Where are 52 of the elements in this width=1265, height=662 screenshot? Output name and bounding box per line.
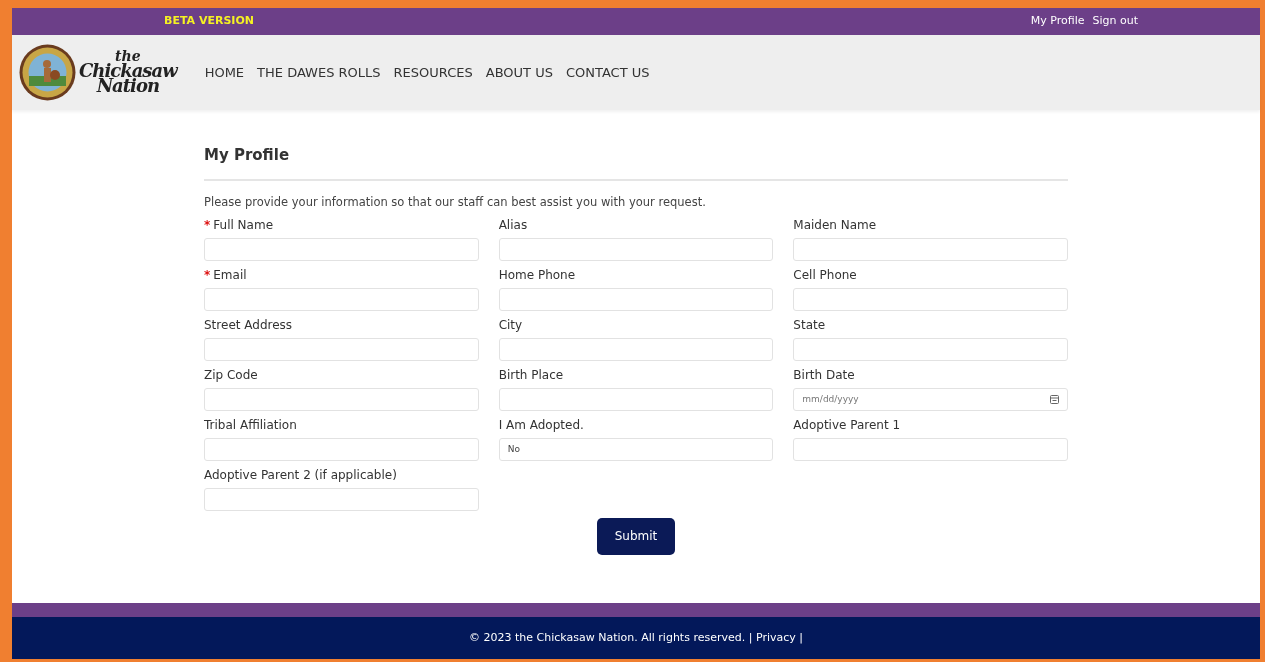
field-label: State	[793, 316, 826, 334]
input-field[interactable]	[204, 337, 479, 361]
field-label: City	[498, 316, 523, 334]
field-label: Alias	[498, 216, 528, 234]
input-field[interactable]	[498, 287, 774, 311]
page-title: My Profile	[204, 145, 291, 166]
input-field[interactable]	[204, 487, 479, 511]
input-field[interactable]	[793, 437, 1068, 461]
input-field[interactable]	[204, 437, 479, 461]
seal-icon	[19, 44, 76, 101]
required-mark: *	[204, 266, 211, 284]
input-field[interactable]	[204, 387, 479, 411]
field-label: Home Phone	[498, 266, 576, 284]
select-value: No	[507, 442, 520, 456]
input-field[interactable]	[204, 237, 479, 261]
beta-label: BETA VERSION	[164, 13, 254, 30]
field-label: Zip Code	[204, 366, 258, 384]
input-field[interactable]	[204, 287, 479, 311]
privacy-link[interactable]: Privacy	[755, 630, 796, 644]
field-label: Email	[213, 266, 247, 284]
field-label: Full Name	[213, 216, 274, 234]
submit-button[interactable]: Submit	[597, 517, 675, 555]
select-field[interactable]: No	[498, 437, 774, 461]
logo-wordmark: the Chickasaw Nation	[79, 51, 177, 94]
input-field[interactable]	[793, 237, 1068, 261]
nav-link[interactable]: HOME	[204, 62, 245, 83]
top-link[interactable]: Sign out	[1092, 13, 1138, 30]
field-label: I Am Adopted.	[498, 416, 584, 434]
field-label: Cell Phone	[793, 266, 857, 284]
input-field[interactable]	[498, 337, 774, 361]
nav-link[interactable]: ABOUT US	[485, 62, 553, 83]
nav-link[interactable]: CONTACT US	[565, 62, 650, 83]
nav-link[interactable]: RESOURCES	[393, 62, 473, 83]
field-label: Maiden Name	[793, 216, 877, 234]
top-link[interactable]: My Profile	[1030, 13, 1085, 30]
date-field[interactable]: mm/dd/yyyy	[793, 387, 1068, 411]
copyright-text: © 2023 the Chickasaw Nation. All rights reserved. | Privacy |	[469, 629, 803, 646]
field-label: Birth Date	[793, 366, 855, 384]
nav-link[interactable]: THE DAWES ROLLS	[257, 62, 381, 83]
intro-text: Please provide your information so that our staff can best assist you with your request.	[204, 193, 707, 211]
field-label: Adoptive Parent 2 (if applicable)	[204, 466, 397, 484]
field-label: Tribal Affiliation	[204, 416, 297, 434]
field-label: Adoptive Parent 1	[793, 416, 901, 434]
input-field[interactable]	[498, 387, 774, 411]
date-placeholder: mm/dd/yyyy	[802, 392, 859, 406]
calendar-icon	[1050, 394, 1059, 404]
input-field[interactable]	[793, 287, 1068, 311]
required-mark: *	[204, 216, 211, 234]
field-label: Street Address	[204, 316, 293, 334]
input-field[interactable]	[498, 237, 774, 261]
field-label: Birth Place	[498, 366, 564, 384]
input-field[interactable]	[793, 337, 1068, 361]
